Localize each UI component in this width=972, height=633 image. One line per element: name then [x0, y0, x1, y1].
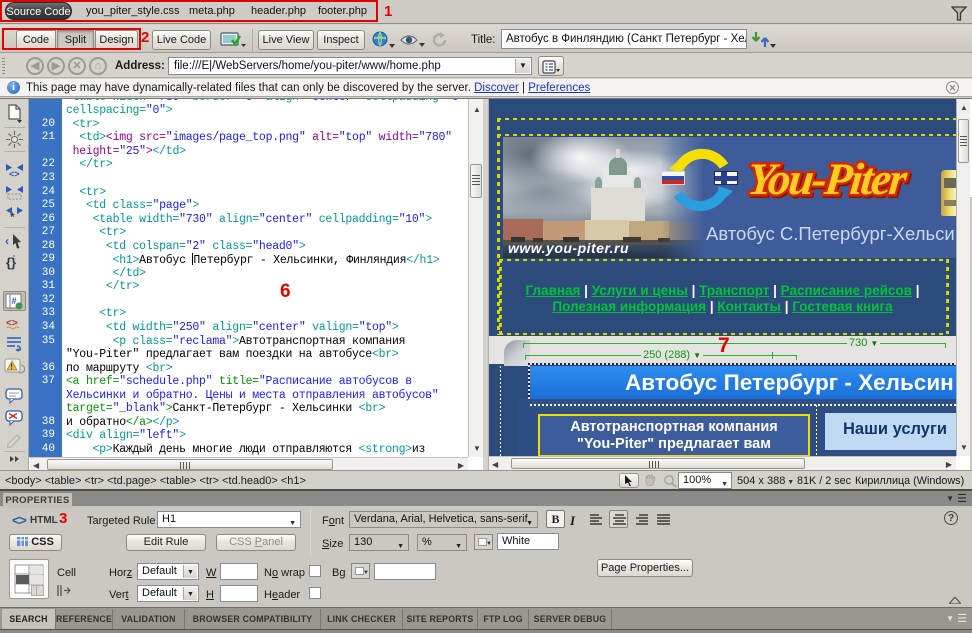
svg-text:<>: <> [9, 169, 20, 178]
svg-text:You-Piter: You-Piter [745, 154, 910, 204]
svg-text:#: # [12, 296, 17, 306]
svg-text:!: ! [10, 363, 13, 372]
svg-text:{}: {} [6, 255, 16, 270]
svg-text:‹: ‹ [5, 234, 9, 248]
svg-text:*: * [10, 210, 15, 221]
